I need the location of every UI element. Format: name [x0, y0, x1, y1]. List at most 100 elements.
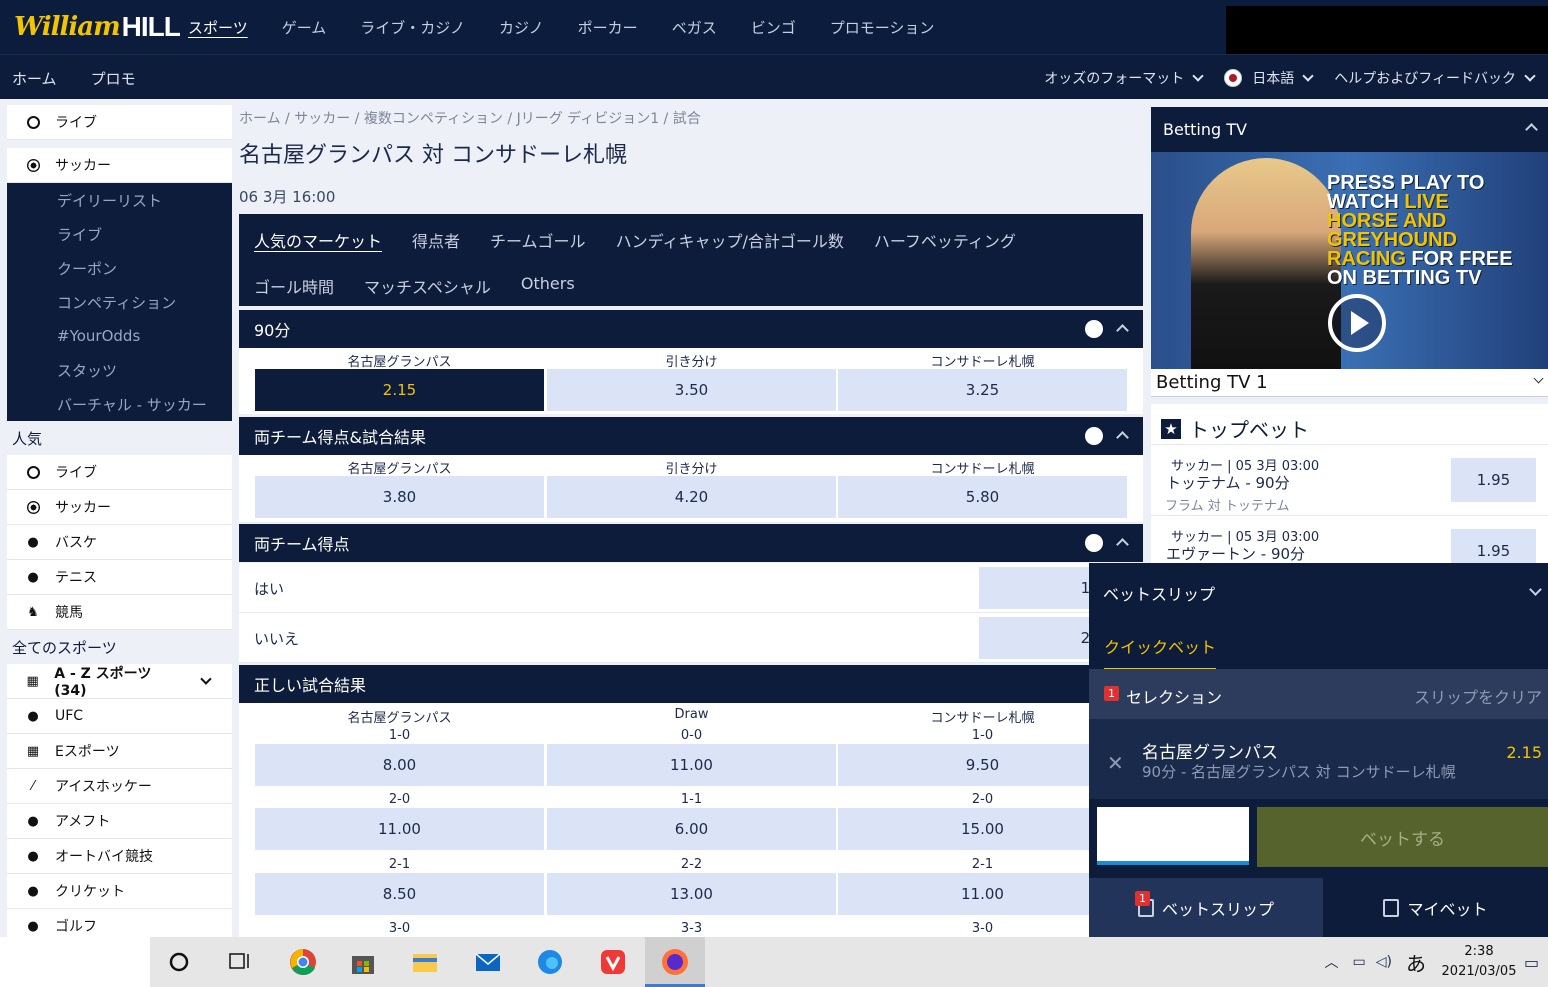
- chevron-up-icon[interactable]: [1116, 538, 1129, 551]
- sidebar-item-az-sports[interactable]: ▦ A - Z スポーツ (34): [7, 664, 232, 699]
- sidebar-item-virtual-soccer[interactable]: バーチャル - サッカー: [7, 387, 232, 421]
- odds-button[interactable]: 11.00: [547, 744, 836, 786]
- sidebar-item-popular-soccer[interactable]: サッカー: [7, 490, 232, 525]
- subnav-home[interactable]: ホーム: [12, 68, 57, 89]
- quick-bet-tab[interactable]: クイックベット: [1104, 634, 1217, 670]
- stake-input[interactable]: [1097, 807, 1249, 865]
- sidebar-item-stats[interactable]: スタッツ: [7, 353, 232, 387]
- william-hill-logo[interactable]: William HILL: [14, 10, 181, 44]
- mail-icon[interactable]: [473, 947, 503, 977]
- odds-button[interactable]: 8.50: [255, 873, 544, 915]
- top-bet-item: サッカー | 05 3月 03:00 トッテナム - 90分 フラム 対 トッテ…: [1151, 444, 1548, 514]
- clock[interactable]: 2:38 2021/03/05: [1434, 942, 1524, 982]
- file-explorer-icon[interactable]: [410, 947, 440, 977]
- task-view-icon[interactable]: [224, 947, 254, 977]
- tab-others[interactable]: Others: [521, 274, 575, 298]
- ime-indicator[interactable]: あ: [1406, 948, 1426, 977]
- betting-tv-header[interactable]: Betting TV: [1151, 107, 1548, 152]
- tab-betslip[interactable]: 1 ベットスリップ: [1089, 878, 1323, 937]
- chevron-up-icon[interactable]: [1116, 431, 1129, 444]
- tab-popular-markets[interactable]: 人気のマーケット: [254, 228, 382, 252]
- battery-icon[interactable]: ▭: [1353, 954, 1366, 970]
- sidebar-item-daily-list[interactable]: デイリーリスト: [7, 183, 232, 217]
- close-icon[interactable]: ✕: [1107, 751, 1124, 775]
- tab-promotions[interactable]: プロモーション: [830, 17, 935, 38]
- odds-button[interactable]: 5.80: [838, 476, 1127, 518]
- chevron-up-icon[interactable]: ︿: [1325, 952, 1339, 972]
- tab-goal-time[interactable]: ゴール時間: [254, 274, 334, 298]
- sidebar-item-cricket[interactable]: ● クリケット: [7, 874, 232, 909]
- tab-poker[interactable]: ポーカー: [578, 17, 638, 38]
- btts-row-yes: はい 1.70: [239, 563, 1143, 613]
- vivaldi-icon[interactable]: [598, 947, 628, 977]
- place-bet-button[interactable]: ベットする: [1257, 807, 1548, 867]
- market-header-btts-result[interactable]: 両チーム得点&試合結果: [239, 417, 1143, 455]
- odds-button-away[interactable]: 3.25: [838, 369, 1127, 411]
- tab-scorers[interactable]: 得点者: [412, 228, 460, 252]
- sidebar-item-tennis[interactable]: ● テニス: [7, 560, 232, 595]
- tab-team-goals[interactable]: チームゴール: [490, 228, 586, 252]
- sidebar-item-american-football[interactable]: ● アメフト: [7, 804, 232, 839]
- odds-button[interactable]: 11.00: [838, 873, 1127, 915]
- chevron-down-icon[interactable]: [1529, 583, 1542, 596]
- sidebar-item-motorbike[interactable]: ● オートバイ競技: [7, 839, 232, 874]
- tab-live-casino[interactable]: ライブ・カジノ: [360, 17, 465, 38]
- language-dropdown[interactable]: 日本語: [1252, 68, 1294, 88]
- clear-slip-button[interactable]: スリップをクリア: [1414, 684, 1542, 708]
- sidebar-item-golf[interactable]: ● ゴルフ: [7, 909, 232, 937]
- breadcrumb[interactable]: ホーム / サッカー / 複数コンペティション / Jリーグ ディビジョン1 /…: [239, 108, 701, 128]
- market-header-btts[interactable]: 両チーム得点: [239, 524, 1143, 562]
- sidebar-item-soccer[interactable]: サッカー: [7, 148, 232, 183]
- odds-button[interactable]: 8.00: [255, 744, 544, 786]
- tab-my-bets[interactable]: マイベット: [1323, 878, 1548, 937]
- tab-handicap-total[interactable]: ハンディキャップ/合計ゴール数: [616, 228, 844, 252]
- market-header-90min[interactable]: 90分: [239, 310, 1143, 348]
- sidebar-item-ice-hockey[interactable]: ⁄ アイスホッケー: [7, 769, 232, 804]
- search-icon[interactable]: [164, 947, 194, 977]
- store-icon[interactable]: [348, 947, 378, 977]
- odds-format-dropdown[interactable]: オッズのフォーマット: [1044, 68, 1184, 88]
- odds-button[interactable]: 1.95: [1451, 458, 1536, 502]
- odds-button-draw[interactable]: 3.50: [547, 369, 836, 411]
- sidebar-item-competition[interactable]: コンペティション: [7, 285, 232, 319]
- edge-icon[interactable]: [535, 947, 565, 977]
- odds-button[interactable]: 1.95: [1451, 529, 1536, 564]
- odds-button-home[interactable]: 2.15: [255, 369, 544, 411]
- sidebar-item-popular-live[interactable]: ライブ: [7, 455, 232, 490]
- sidebar-item-ufc[interactable]: ● UFC: [7, 699, 232, 734]
- odds-button[interactable]: 4.20: [547, 476, 836, 518]
- chevron-up-icon[interactable]: [1525, 123, 1538, 136]
- volume-icon[interactable]: ◁): [1376, 954, 1392, 970]
- odds-button[interactable]: 3.80: [255, 476, 544, 518]
- tab-vegas[interactable]: ベガス: [672, 17, 717, 38]
- notification-icon[interactable]: ▭: [1524, 953, 1544, 972]
- odds-button[interactable]: 13.00: [547, 873, 836, 915]
- tab-bingo[interactable]: ビンゴ: [751, 17, 796, 38]
- betting-tv-banner[interactable]: PRESS PLAY TO WATCH LIVE HORSE AND GREYH…: [1151, 152, 1548, 369]
- odds-button[interactable]: 6.00: [547, 808, 836, 850]
- tab-sports[interactable]: スポーツ: [188, 17, 248, 38]
- odds-button[interactable]: 15.00: [838, 808, 1127, 850]
- tab-casino[interactable]: カジノ: [499, 17, 544, 38]
- firefox-icon[interactable]: [660, 947, 690, 977]
- odds-button[interactable]: 9.50: [838, 744, 1127, 786]
- market-header-correct-score[interactable]: 正しい試合結果: [239, 665, 1143, 703]
- play-icon[interactable]: [1328, 294, 1386, 352]
- sidebar-item-basketball[interactable]: ● バスケ: [7, 525, 232, 560]
- sidebar-item-soccer-live[interactable]: ライブ: [7, 217, 232, 251]
- chrome-icon[interactable]: [288, 947, 318, 977]
- chevron-up-icon[interactable]: [1116, 324, 1129, 337]
- sidebar-item-live[interactable]: ライブ: [7, 105, 232, 140]
- tab-match-specials[interactable]: マッチスペシャル: [364, 274, 491, 298]
- tab-half-betting[interactable]: ハーフベッティング: [874, 228, 1016, 252]
- tab-games[interactable]: ゲーム: [282, 17, 327, 38]
- horse-icon: ♞: [27, 604, 39, 620]
- sidebar-item-horse-racing[interactable]: ♞ 競馬: [7, 595, 232, 630]
- sidebar-item-yourodds[interactable]: #YourOdds: [7, 319, 232, 353]
- subnav-promo[interactable]: プロモ: [91, 68, 136, 89]
- sidebar-item-coupon[interactable]: クーポン: [7, 251, 232, 285]
- tv-channel-select[interactable]: Betting TV 1: [1151, 369, 1548, 397]
- sidebar-item-esports[interactable]: ▦ Eスポーツ: [7, 734, 232, 769]
- odds-button[interactable]: 11.00: [255, 808, 544, 850]
- help-dropdown[interactable]: ヘルプおよびフィードバック: [1334, 68, 1516, 88]
